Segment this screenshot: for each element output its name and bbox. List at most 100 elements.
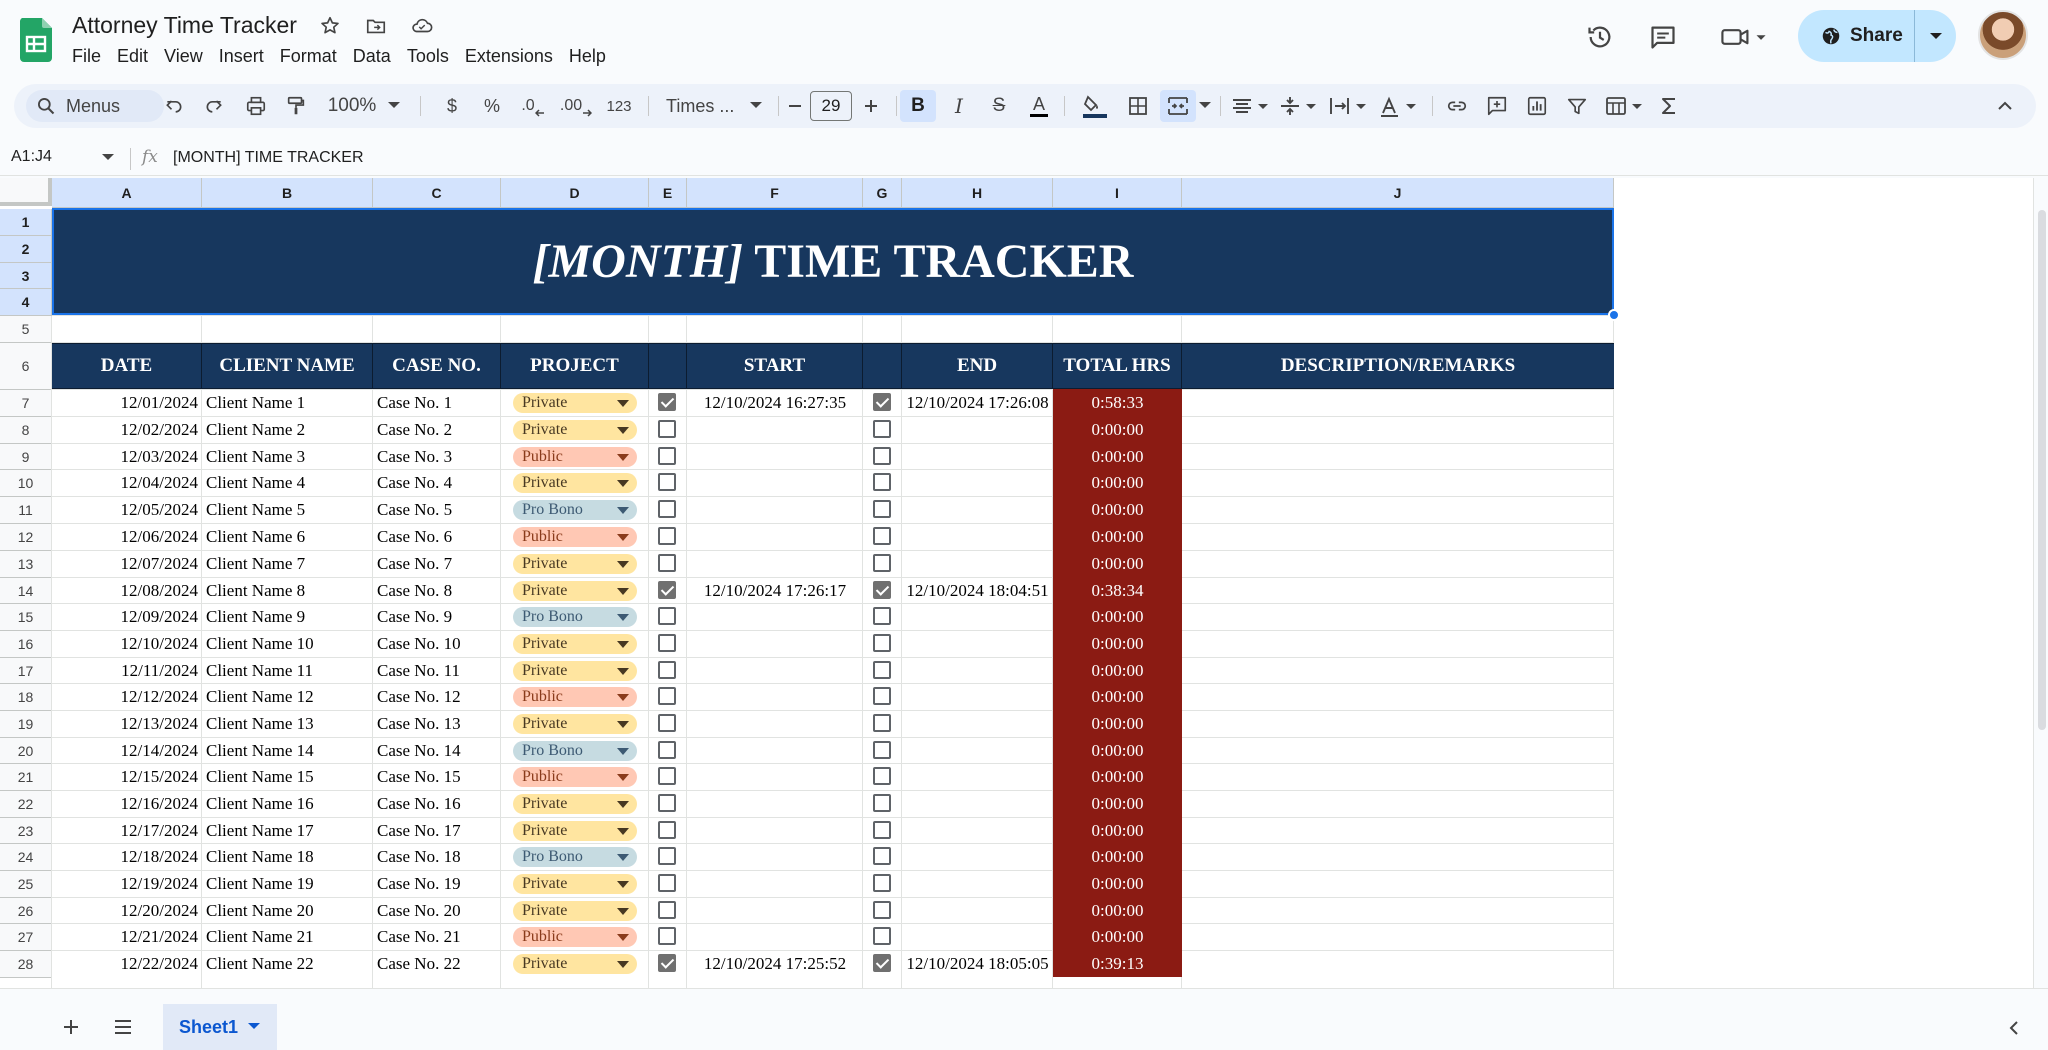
date-cell[interactable]: 12/21/2024: [52, 924, 202, 950]
end-checkbox[interactable]: [873, 767, 891, 785]
case-no-cell[interactable]: Case No. 6: [373, 524, 501, 550]
end-time-cell[interactable]: [902, 791, 1053, 817]
document-title[interactable]: Attorney Time Tracker: [72, 12, 297, 39]
menu-insert[interactable]: Insert: [211, 44, 272, 68]
name-box[interactable]: A1:J4: [11, 148, 52, 166]
sheet-title-cell[interactable]: [MONTH] TIME TRACKER: [52, 208, 1614, 315]
description-cell[interactable]: [1182, 658, 1614, 684]
start-time-cell[interactable]: [687, 497, 863, 523]
sheet-tab-sheet1[interactable]: Sheet1: [163, 1004, 277, 1050]
end-time-cell[interactable]: [902, 818, 1053, 844]
row-header-22[interactable]: 22: [0, 791, 52, 818]
client-name-cell[interactable]: Client Name 3: [202, 444, 373, 470]
total-hrs-cell[interactable]: 0:00:00: [1053, 870, 1182, 897]
row-header-16[interactable]: 16: [0, 631, 52, 658]
start-time-cell[interactable]: [687, 764, 863, 790]
start-checkbox[interactable]: [658, 634, 676, 652]
end-time-cell[interactable]: [902, 764, 1053, 790]
start-checkbox[interactable]: [658, 581, 676, 599]
chevron-down-icon[interactable]: [102, 154, 114, 162]
decrease-decimal-button[interactable]: .0: [516, 90, 550, 122]
row-header-9[interactable]: 9: [0, 444, 52, 470]
case-no-cell[interactable]: Case No. 13: [373, 711, 501, 737]
start-checkbox[interactable]: [658, 527, 676, 545]
header-case-no[interactable]: CASE NO.: [373, 344, 501, 388]
header-end-check[interactable]: [863, 344, 902, 388]
row-header-1[interactable]: 1: [0, 209, 52, 236]
description-cell[interactable]: [1182, 791, 1614, 817]
end-time-cell[interactable]: 12/10/2024 18:04:51: [902, 578, 1053, 604]
project-dropdown-chip[interactable]: Private: [513, 661, 637, 681]
date-cell[interactable]: 12/22/2024: [52, 951, 202, 977]
end-checkbox[interactable]: [873, 927, 891, 945]
project-dropdown-chip[interactable]: Private: [513, 554, 637, 574]
version-history-icon[interactable]: [1580, 17, 1620, 57]
end-time-cell[interactable]: [902, 470, 1053, 496]
start-time-cell[interactable]: [687, 604, 863, 630]
case-no-cell[interactable]: Case No. 8: [373, 578, 501, 604]
case-no-cell[interactable]: Case No. 17: [373, 818, 501, 844]
end-checkbox[interactable]: [873, 554, 891, 572]
meet-video-icon[interactable]: [1716, 17, 1772, 57]
client-name-cell[interactable]: Client Name 21: [202, 924, 373, 950]
start-checkbox[interactable]: [658, 927, 676, 945]
date-cell[interactable]: 12/17/2024: [52, 818, 202, 844]
description-cell[interactable]: [1182, 417, 1614, 443]
end-time-cell[interactable]: [902, 631, 1053, 657]
case-no-cell[interactable]: Case No. 14: [373, 738, 501, 764]
row-header-6[interactable]: 6: [0, 343, 52, 390]
menu-tools[interactable]: Tools: [399, 44, 457, 68]
end-time-cell[interactable]: [902, 738, 1053, 764]
description-cell[interactable]: [1182, 444, 1614, 470]
menu-format[interactable]: Format: [272, 44, 345, 68]
start-time-cell[interactable]: [687, 844, 863, 870]
case-no-cell[interactable]: Case No. 11: [373, 658, 501, 684]
start-checkbox[interactable]: [658, 874, 676, 892]
project-dropdown-chip[interactable]: Private: [513, 473, 637, 493]
chevron-down-icon[interactable]: [248, 1023, 261, 1031]
start-time-cell[interactable]: 12/10/2024 17:26:17: [687, 578, 863, 604]
print-icon[interactable]: [242, 90, 270, 122]
description-cell[interactable]: [1182, 764, 1614, 790]
total-hrs-cell[interactable]: 0:00:00: [1053, 657, 1182, 684]
end-time-cell[interactable]: [902, 898, 1053, 924]
description-cell[interactable]: [1182, 898, 1614, 924]
date-cell[interactable]: 12/12/2024: [52, 684, 202, 710]
avatar[interactable]: [1978, 10, 2028, 60]
description-cell[interactable]: [1182, 924, 1614, 950]
text-color-button[interactable]: A: [1024, 90, 1054, 122]
total-hrs-cell[interactable]: 0:00:00: [1053, 630, 1182, 657]
star-icon[interactable]: [316, 12, 344, 40]
end-time-cell[interactable]: [902, 871, 1053, 897]
project-dropdown-chip[interactable]: Private: [513, 581, 637, 601]
move-folder-icon[interactable]: [362, 12, 390, 40]
date-cell[interactable]: 12/09/2024: [52, 604, 202, 630]
start-time-cell[interactable]: [687, 818, 863, 844]
end-checkbox[interactable]: [873, 393, 891, 411]
end-checkbox[interactable]: [873, 607, 891, 625]
italic-button[interactable]: I: [944, 90, 974, 122]
total-hrs-cell[interactable]: 0:00:00: [1053, 496, 1182, 523]
end-time-cell[interactable]: [902, 604, 1053, 630]
description-cell[interactable]: [1182, 470, 1614, 496]
case-no-cell[interactable]: Case No. 7: [373, 551, 501, 577]
row-header-14[interactable]: 14: [0, 578, 52, 604]
menu-file[interactable]: File: [72, 44, 109, 68]
client-name-cell[interactable]: Client Name 4: [202, 470, 373, 496]
currency-format-button[interactable]: $: [440, 90, 464, 122]
total-hrs-cell[interactable]: 0:00:00: [1053, 763, 1182, 790]
header-date[interactable]: DATE: [52, 344, 202, 388]
end-checkbox[interactable]: [873, 794, 891, 812]
header-project[interactable]: PROJECT: [501, 344, 649, 388]
row-header-19[interactable]: 19: [0, 711, 52, 738]
description-cell[interactable]: [1182, 844, 1614, 870]
end-time-cell[interactable]: [902, 551, 1053, 577]
percent-format-button[interactable]: %: [480, 90, 504, 122]
description-cell[interactable]: [1182, 684, 1614, 710]
client-name-cell[interactable]: Client Name 22: [202, 951, 373, 977]
project-dropdown-chip[interactable]: Private: [513, 874, 637, 894]
client-name-cell[interactable]: Client Name 15: [202, 764, 373, 790]
end-checkbox[interactable]: [873, 581, 891, 599]
functions-icon[interactable]: [1654, 90, 1684, 122]
date-cell[interactable]: 12/11/2024: [52, 658, 202, 684]
